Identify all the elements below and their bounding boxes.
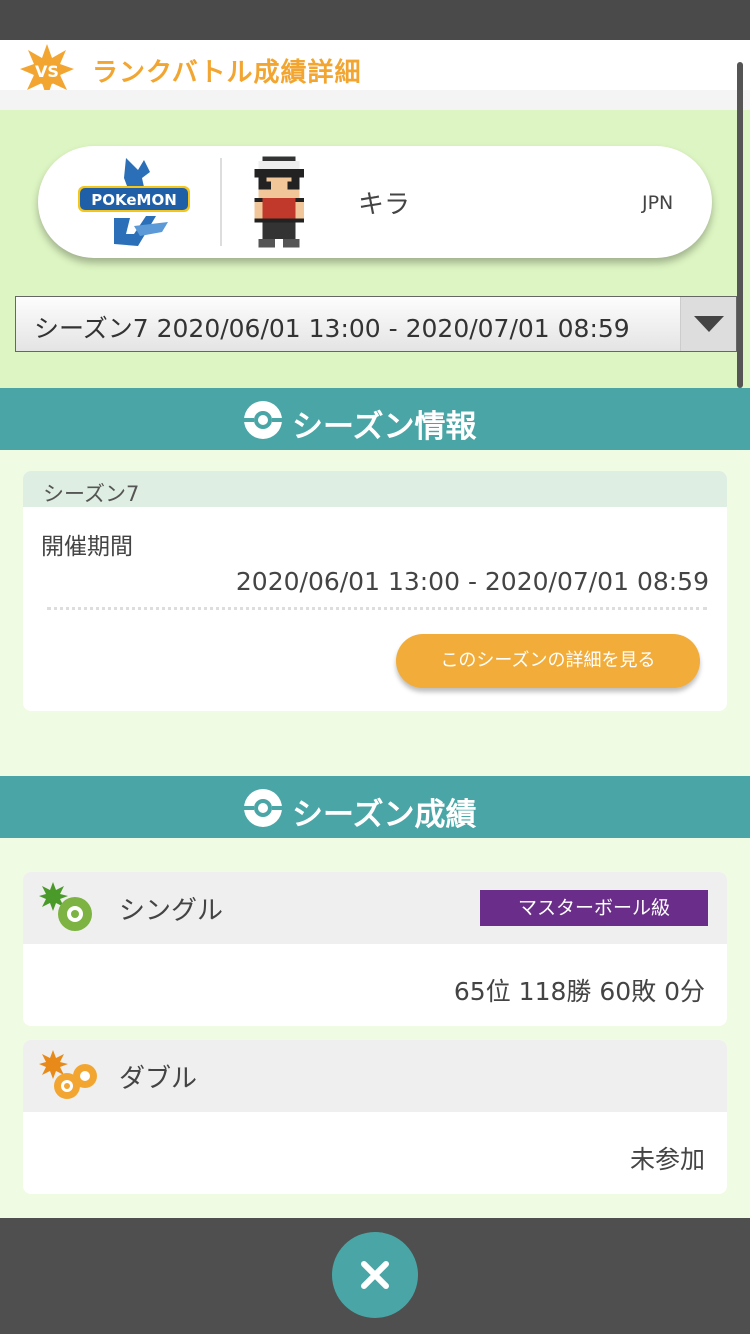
season-select[interactable]: シーズン7 2020/06/01 13:00 - 2020/07/01 08:5… [15,296,737,352]
season-record-header: シーズン成績 [0,776,750,838]
double-label: ダブル [119,1064,198,1094]
close-button[interactable] [332,1232,418,1318]
season-info-card: シーズン7 開催期間 2020/06/01 13:00 - 2020/07/01… [23,471,727,711]
pokeball-icon [243,401,283,439]
single-record-card: シングル マスターボール級 65位 118勝 60敗 0分 [23,872,727,1026]
single-battle-icon [39,882,92,931]
trainer-avatar [254,156,304,248]
season-record-title: シーズン成績 [292,797,477,833]
page-title: ランクバトル成績詳細 [92,58,362,88]
double-battle-icon [39,1050,97,1099]
svg-text:POKeMON: POKeMON [91,191,177,209]
season-info-header: シーズン情報 [0,388,750,450]
season-name: シーズン7 [43,482,140,506]
trainer-card: POKeMON キラ JPN [38,146,712,258]
top-status-bar [0,0,750,40]
single-result: 65位 118勝 60敗 0分 [453,977,705,1006]
season-info-card-head: シーズン7 [23,471,727,507]
single-rank-badge: マスターボール級 [480,890,708,926]
double-result: 未参加 [629,1145,705,1174]
season-info-title: シーズン情報 [292,409,477,445]
close-icon [361,1261,389,1289]
dotted-divider [47,607,707,610]
vs-badge-text: VS [35,62,59,81]
double-record-card: ダブル 未参加 [23,1040,727,1194]
bottom-bar [0,1218,750,1334]
game-logo: POKeMON [78,158,190,246]
header-divider [0,90,750,110]
main-panel[interactable]: VS ランクバトル成績詳細 POKeMON キラ JPN シーズン7 2020/… [0,40,750,1218]
double-record-head: ダブル [23,1040,727,1112]
single-record-head: シングル マスターボール級 [23,872,727,944]
season-select-toggle[interactable] [680,297,736,351]
card-divider [220,158,222,246]
period-value: 2020/06/01 13:00 - 2020/07/01 08:59 [235,567,709,596]
scrollbar[interactable] [737,62,743,388]
dropdown-arrow-icon [694,316,724,332]
player-name: キラ [358,190,411,220]
period-label: 開催期間 [41,534,133,560]
pokeball-icon [243,789,283,827]
page-header: VS ランクバトル成績詳細 [0,40,750,110]
player-country: JPN [642,192,674,214]
season-detail-button[interactable]: このシーズンの詳細を見る [396,634,700,688]
season-select-value[interactable]: シーズン7 2020/06/01 13:00 - 2020/07/01 08:5… [34,309,630,345]
single-label: シングル [119,896,224,926]
